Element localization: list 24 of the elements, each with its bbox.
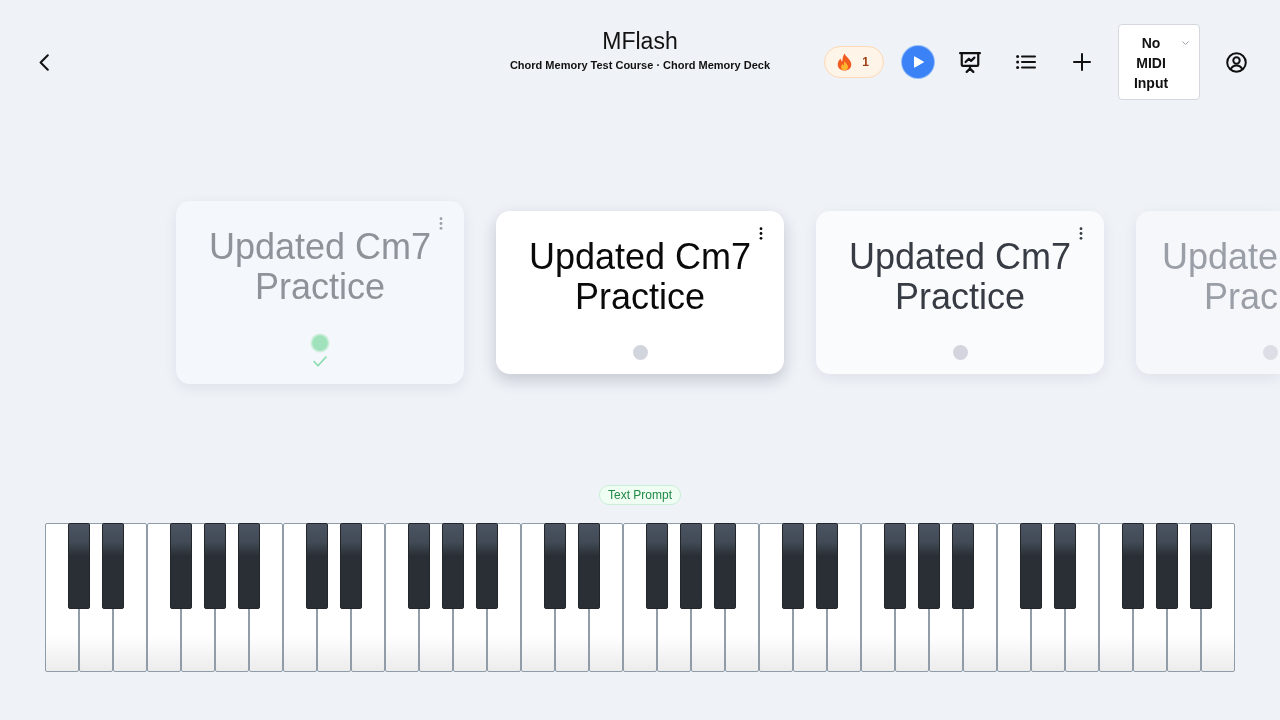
deck-path: Chord Memory Test Course · Chord Memory Deck <box>509 58 771 72</box>
prompt-type-label: Text Prompt <box>599 485 681 505</box>
checkmark-icon <box>313 355 327 367</box>
piano-keyboard[interactable] <box>45 523 1235 672</box>
streak-count: 1 <box>862 55 869 69</box>
flame-icon <box>837 53 853 71</box>
card-title: Updated Cm7 Practice <box>527 236 753 317</box>
flashcard[interactable]: Updated Cm7 Practice <box>496 210 784 374</box>
user-circle-icon <box>1225 51 1247 73</box>
plus-icon <box>1073 53 1091 71</box>
chevron-left-icon <box>39 53 49 71</box>
flashcard[interactable]: Updated Cm7 Practice <box>816 210 1104 374</box>
play-button[interactable] <box>902 46 934 78</box>
app-title: MFlash <box>602 27 678 55</box>
card-title: Update Prac <box>1160 236 1278 317</box>
play-icon <box>914 56 924 68</box>
midi-input-select[interactable]: No MIDI Input <box>1118 24 1200 100</box>
presentation-chart-icon <box>959 51 981 73</box>
more-options-icon[interactable] <box>759 226 763 240</box>
card-title: Updated Cm7 Practice <box>847 236 1073 317</box>
chevron-down-icon <box>1182 41 1189 45</box>
list-icon <box>1016 55 1036 69</box>
more-options-icon[interactable] <box>1079 226 1083 240</box>
card-title: Updated Cm7 Practice <box>207 226 433 307</box>
